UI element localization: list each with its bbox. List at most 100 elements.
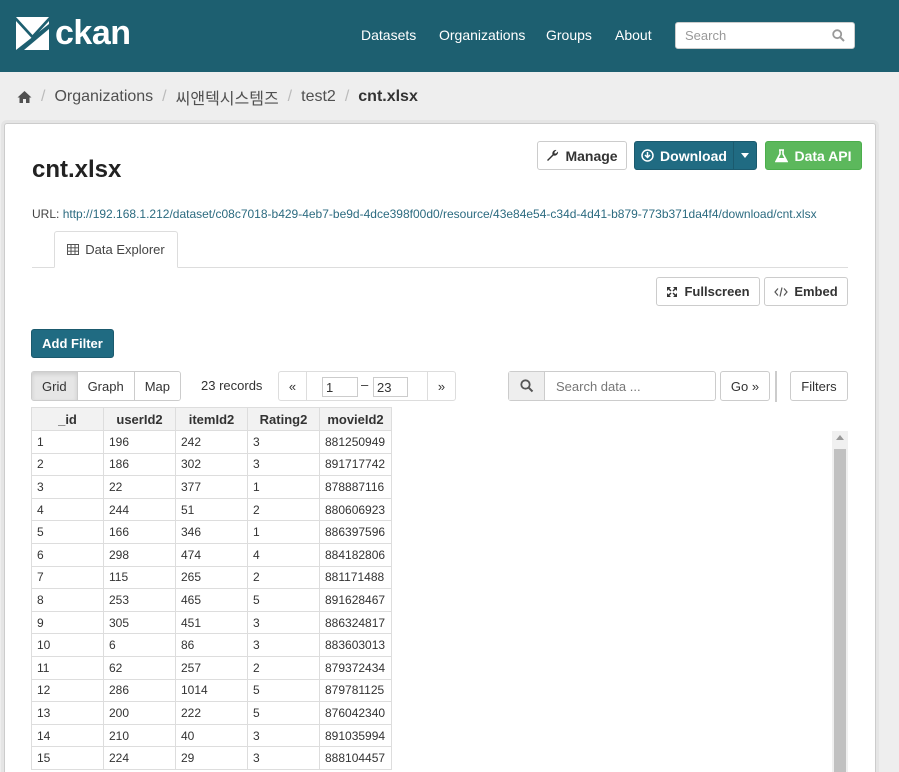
table-row[interactable]: 11 62 257 2 879372434 [31, 655, 392, 680]
table-cell: 879781125 [319, 678, 392, 703]
view-grid-button[interactable]: Grid [32, 372, 78, 400]
table-cell: 302 [175, 452, 248, 477]
download-label: Download [660, 147, 727, 164]
column-header-rating2[interactable]: Rating2 [247, 407, 320, 431]
table-cell: 10 [31, 633, 104, 657]
table-cell: 29 [175, 746, 248, 770]
pager-to-input[interactable] [373, 377, 408, 397]
header-search-input[interactable] [676, 23, 826, 48]
search-icon[interactable] [832, 29, 845, 42]
table-cell: 1 [247, 520, 320, 544]
scroll-thumb[interactable] [834, 449, 846, 772]
table-row[interactable]: 2 186 302 3 891717742 [31, 452, 392, 477]
nav-organizations[interactable]: Organizations [439, 27, 525, 43]
add-filter-button[interactable]: Add Filter [31, 329, 114, 358]
home-icon[interactable] [17, 90, 32, 104]
masthead: ckan Datasets Organizations Groups About [0, 0, 899, 72]
resource-url-link[interactable]: http://192.168.1.212/dataset/c08c7018-b4… [63, 207, 817, 221]
wrench-icon [547, 149, 559, 161]
pager-prev-button[interactable]: « [279, 372, 307, 400]
table-row[interactable]: 1 196 242 3 881250949 [31, 430, 392, 454]
data-api-button[interactable]: Data API [765, 141, 862, 170]
view-graph-button[interactable]: Graph [77, 372, 135, 400]
table-cell: 5 [247, 701, 320, 725]
embed-button[interactable]: Embed [764, 277, 848, 306]
table-row[interactable]: 8 253 465 5 891628467 [31, 588, 392, 612]
table-row[interactable]: 4 244 51 2 880606923 [31, 497, 392, 522]
table-cell: 465 [175, 588, 248, 612]
pager-from-input[interactable] [322, 377, 358, 397]
nav-about[interactable]: About [615, 27, 652, 43]
table-cell: 3 [247, 633, 320, 657]
table-cell: 878887116 [319, 475, 392, 499]
ckan-logo[interactable]: ckan [16, 14, 131, 52]
logo-text: ckan [55, 14, 131, 52]
table-cell: 451 [175, 610, 248, 635]
data-search-addon [509, 372, 545, 400]
nav-groups[interactable]: Groups [546, 27, 592, 43]
column-header-movieid2[interactable]: movieId2 [319, 407, 392, 431]
table-cell: 891717742 [319, 452, 392, 477]
grid-scrollbar[interactable] [832, 431, 848, 772]
go-button[interactable]: Go » [720, 371, 770, 401]
table-cell: 86 [175, 633, 248, 657]
table-row[interactable]: 13 200 222 5 876042340 [31, 701, 392, 725]
table-cell: 3 [247, 746, 320, 770]
download-button[interactable]: Download [634, 141, 734, 170]
table-cell: 224 [103, 746, 176, 770]
table-row[interactable]: 10 6 86 3 883603013 [31, 633, 392, 657]
table-row[interactable]: 3 22 377 1 878887116 [31, 475, 392, 499]
scroll-up-arrow-icon[interactable] [836, 435, 844, 440]
fullscreen-button[interactable]: Fullscreen [656, 277, 760, 306]
data-search [508, 371, 716, 401]
table-row[interactable]: 5 166 346 1 886397596 [31, 520, 392, 544]
table-cell: 298 [103, 542, 176, 567]
manage-button[interactable]: Manage [537, 141, 627, 170]
table-cell: 880606923 [319, 497, 392, 522]
table-row[interactable]: 7 115 265 2 881171488 [31, 565, 392, 590]
breadcrumb-organization[interactable]: 씨앤텍시스템즈 [176, 85, 279, 109]
table-cell: 886324817 [319, 610, 392, 635]
table-cell: 1 [31, 430, 104, 454]
table-cell: 40 [175, 723, 248, 748]
resource-panel: cnt.xlsx Manage Download Data API URL: h… [4, 123, 876, 772]
table-cell: 3 [247, 430, 320, 454]
table-cell: 2 [247, 497, 320, 522]
table-cell: 883603013 [319, 633, 392, 657]
nav-datasets[interactable]: Datasets [361, 27, 416, 43]
pager-next-button[interactable]: » [427, 372, 455, 400]
table-row[interactable]: 12 286 1014 5 879781125 [31, 678, 392, 703]
breadcrumb-organizations[interactable]: Organizations [54, 88, 153, 106]
filters-button[interactable]: Filters [790, 371, 848, 401]
table-cell: 886397596 [319, 520, 392, 544]
search-icon [519, 379, 533, 393]
table-icon [67, 244, 80, 255]
column-header-id[interactable]: _id [31, 407, 104, 431]
view-switcher: Grid Graph Map [31, 371, 181, 401]
table-cell: 5 [31, 520, 104, 544]
table-row[interactable]: 14 210 40 3 891035994 [31, 723, 392, 748]
table-cell: 7 [31, 565, 104, 590]
column-header-userid2[interactable]: userId2 [103, 407, 176, 431]
breadcrumb-separator: / [41, 88, 46, 105]
data-search-input[interactable] [546, 372, 714, 400]
table-cell: 377 [175, 475, 248, 499]
breadcrumb-current[interactable]: cnt.xlsx [358, 88, 418, 106]
header-search [675, 22, 855, 49]
table-row[interactable]: 9 305 451 3 886324817 [31, 610, 392, 635]
data-api-label: Data API [794, 147, 852, 164]
breadcrumb-dataset[interactable]: test2 [301, 88, 336, 106]
table-cell: 6 [103, 633, 176, 657]
table-cell: 5 [247, 678, 320, 703]
column-header-itemid2[interactable]: itemId2 [175, 407, 248, 431]
table-cell: 166 [103, 520, 176, 544]
download-dropdown-toggle[interactable] [733, 141, 757, 170]
table-cell: 286 [103, 678, 176, 703]
pager: « – » [278, 371, 456, 401]
toolbar-divider [775, 371, 777, 402]
tab-data-explorer[interactable]: Data Explorer [54, 231, 178, 268]
table-row[interactable]: 6 298 474 4 884182806 [31, 542, 392, 567]
view-map-button[interactable]: Map [134, 372, 180, 400]
record-count: 23 records [201, 378, 263, 393]
table-row[interactable]: 15 224 29 3 888104457 [31, 746, 392, 770]
